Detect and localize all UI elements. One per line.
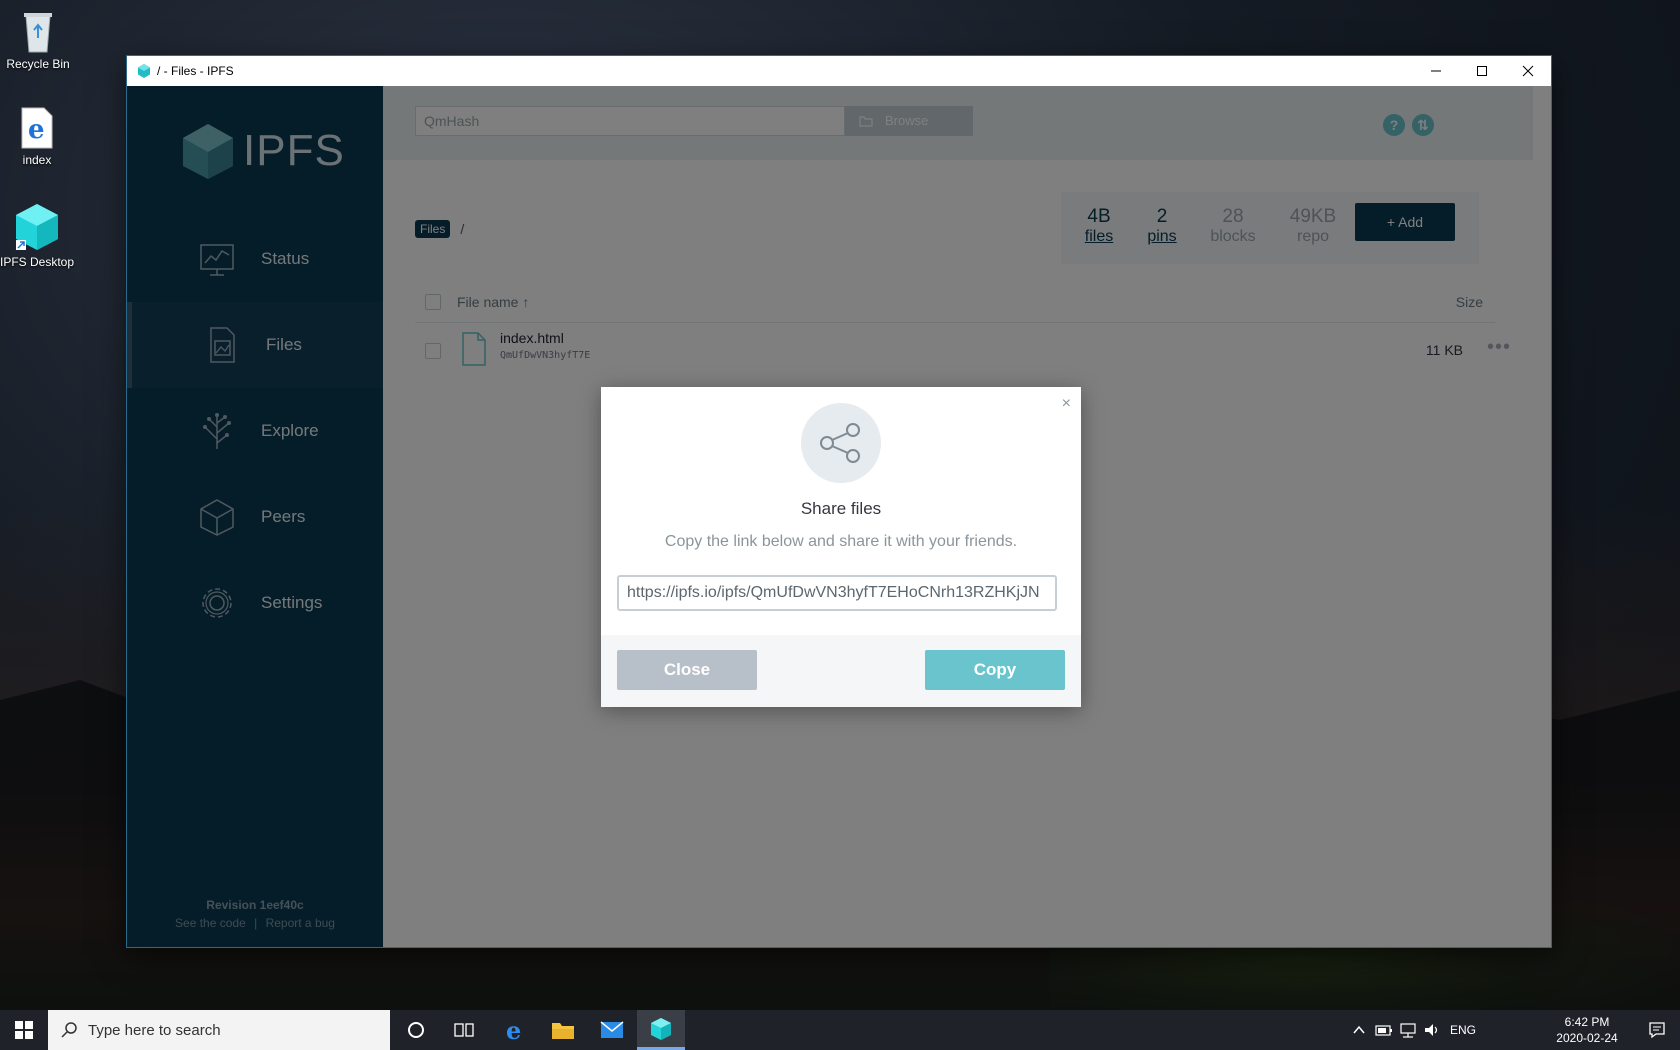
taskbar-search-placeholder: Type here to search	[88, 1021, 221, 1039]
ipfs-cube-icon	[651, 1017, 671, 1040]
cortana-button[interactable]	[392, 1010, 440, 1050]
taskbar-ipfs-desktop[interactable]	[637, 1010, 685, 1050]
recycle-bin-icon	[24, 13, 52, 53]
start-button[interactable]	[0, 1010, 48, 1050]
edge-html-file-icon: e	[21, 107, 53, 149]
cortana-circle-icon	[408, 1022, 424, 1038]
maximize-button[interactable]	[1459, 56, 1505, 86]
chevron-up-icon[interactable]	[1352, 1023, 1366, 1037]
svg-text:e: e	[506, 1018, 521, 1042]
close-icon	[1522, 65, 1534, 77]
share-files-modal: × Share files Copy the link below and sh…	[601, 387, 1081, 707]
ipfs-app: IPFS Status Files	[127, 86, 1551, 947]
battery-icon[interactable]	[1375, 1023, 1393, 1037]
window-title: / - Files - IPFS	[157, 64, 234, 78]
action-center-icon[interactable]	[1648, 1021, 1666, 1039]
window-titlebar[interactable]: / - Files - IPFS	[127, 56, 1551, 86]
search-icon	[61, 1022, 77, 1038]
ipfs-app-icon	[138, 64, 150, 78]
taskbar-file-explorer[interactable]	[539, 1010, 587, 1050]
close-button[interactable]: Close	[617, 650, 757, 690]
taskbar-search-box[interactable]: Type here to search	[48, 1010, 390, 1050]
desktop-icon-label: index	[22, 153, 52, 167]
volume-icon[interactable]	[1423, 1022, 1441, 1038]
desktop-icon-index[interactable]: e index	[0, 106, 77, 167]
mail-icon	[600, 1021, 624, 1038]
modal-footer: Close Copy	[601, 635, 1081, 707]
desktop-icon-ipfs-desktop[interactable]: IPFS Desktop	[0, 202, 77, 269]
folder-explorer-icon	[552, 1023, 574, 1039]
taskbar-mail[interactable]	[588, 1010, 636, 1050]
desktop-icon-label: IPFS Desktop	[0, 255, 75, 269]
modal-close-icon[interactable]: ×	[1062, 395, 1071, 413]
edge-icon: e	[506, 1018, 521, 1042]
share-link-input[interactable]: https://ipfs.io/ipfs/QmUfDwVN3hyfT7EHoCN…	[617, 575, 1057, 611]
ipfs-window: / - Files - IPFS IPFS	[127, 56, 1551, 947]
system-tray: ENG 6:42 PM 2020-02-24	[1300, 1010, 1680, 1050]
maximize-icon	[1477, 66, 1487, 76]
desktop-icon-label: Recycle Bin	[6, 57, 70, 71]
close-window-button[interactable]	[1505, 56, 1551, 86]
minimize-icon	[1431, 70, 1441, 72]
clock-date: 2020-02-24	[1556, 1031, 1618, 1045]
copy-button[interactable]: Copy	[925, 650, 1065, 690]
svg-text:e: e	[28, 115, 45, 145]
taskbar: Type here to search e ENG 6:42 PM 2020-0…	[0, 1010, 1680, 1050]
clock[interactable]: 6:42 PM 2020-02-24	[1552, 1014, 1622, 1046]
windows-logo-icon	[15, 1021, 33, 1039]
share-icon-circle	[801, 403, 881, 483]
minimize-button[interactable]	[1413, 56, 1459, 86]
input-language[interactable]: ENG	[1450, 1023, 1476, 1037]
modal-description: Copy the link below and share it with yo…	[664, 533, 1018, 550]
modal-title: Share files	[800, 499, 882, 518]
task-view-icon	[454, 1023, 474, 1037]
share-icon	[820, 423, 860, 463]
desktop-icon-recycle-bin[interactable]: Recycle Bin	[0, 8, 78, 71]
ipfs-cube-icon	[16, 204, 58, 250]
taskbar-edge[interactable]: e	[491, 1010, 539, 1050]
task-view-button[interactable]	[440, 1010, 488, 1050]
clock-time: 6:42 PM	[1564, 1015, 1610, 1029]
network-icon[interactable]	[1399, 1022, 1417, 1038]
